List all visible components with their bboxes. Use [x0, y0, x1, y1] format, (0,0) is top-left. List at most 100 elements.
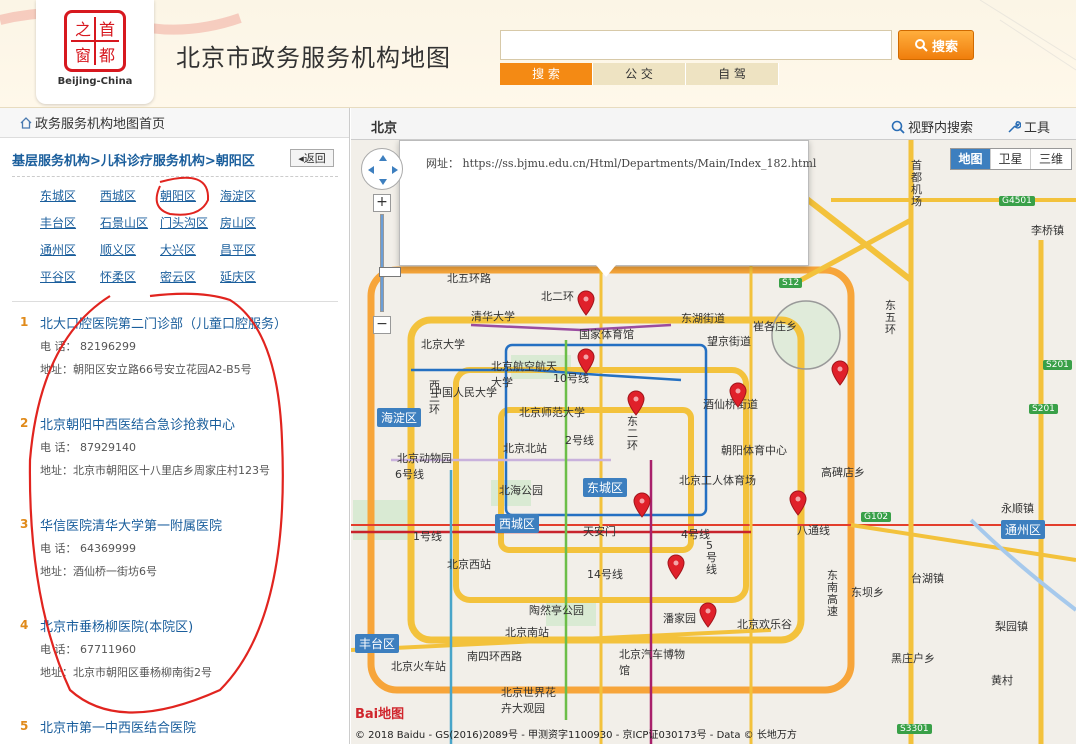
road-badge: G4501: [999, 196, 1035, 206]
district-badge[interactable]: 通州区: [1001, 520, 1046, 539]
map-marker-icon[interactable]: [577, 348, 595, 374]
map-label: 黄村: [991, 674, 1013, 687]
result-number: 5: [20, 719, 29, 733]
map-label: 北京大学: [421, 338, 465, 351]
map-label: 14号线: [587, 568, 623, 581]
district-link[interactable]: 平谷区: [40, 269, 100, 285]
road-badge: G102: [861, 512, 892, 522]
district-link[interactable]: 丰台区: [40, 215, 100, 231]
site-logo[interactable]: 之 首 窗 都 Beijing-China: [36, 0, 154, 104]
district-link[interactable]: 房山区: [220, 215, 280, 231]
baidu-logo: Bai地图: [355, 707, 405, 722]
district-link[interactable]: 顺义区: [100, 242, 160, 258]
map-toolbar: 北京 视野内搜索 工具: [351, 108, 1076, 140]
result-number: 3: [20, 517, 29, 531]
district-link[interactable]: 海淀区: [220, 188, 280, 204]
map-marker-icon[interactable]: [729, 382, 747, 408]
zoom-slider[interactable]: [379, 214, 401, 312]
map-type-map[interactable]: 地图: [951, 149, 991, 169]
district-link[interactable]: 昌平区: [220, 242, 280, 258]
tab-drive[interactable]: 自 驾: [686, 63, 779, 85]
map-marker-icon[interactable]: [699, 602, 717, 628]
back-button[interactable]: ◂ 返回: [290, 149, 334, 167]
map-label: 北京北站: [503, 442, 547, 455]
svg-text:之: 之: [75, 20, 91, 39]
map-canvas[interactable]: 北五环路 清华大学 国家体育馆 东湖街道 望京街道 北京大学 北京航空航天大学 …: [351, 140, 1076, 744]
result-phone: 电 话： 64369999: [40, 542, 136, 555]
district-link[interactable]: 朝阳区: [160, 188, 220, 204]
district-link[interactable]: 延庆区: [220, 269, 280, 285]
map-label: 黑庄户乡: [891, 652, 935, 665]
zoom-handle[interactable]: [379, 267, 401, 277]
result-address: 地址：朝阳区安立路66号安立花园A2-B5号: [40, 363, 252, 376]
result-address: 地址：北京市朝阳区垂杨柳南街2号: [40, 666, 212, 679]
map-label: 6号线: [395, 468, 424, 481]
zoom-in-button[interactable]: +: [373, 194, 391, 212]
home-link[interactable]: 政务服务机构地图首页: [35, 113, 165, 132]
map-label: 北京南站: [505, 626, 549, 639]
result-name[interactable]: 北京市垂杨柳医院(本院区): [40, 616, 193, 635]
map-label: 潘家园: [663, 612, 696, 625]
map-marker-icon[interactable]: [667, 554, 685, 580]
map-label: 北京欢乐谷: [737, 618, 792, 631]
map-label: 北京航空航天大学: [491, 360, 557, 389]
result-name[interactable]: 北京朝阳中西医结合急诊抢救中心: [40, 414, 235, 433]
district-list: 东城区 西城区 朝阳区 海淀区 丰台区 石景山区 门头沟区 房山区 通州区 顺义…: [40, 188, 290, 285]
map-marker-icon[interactable]: [633, 492, 651, 518]
mode-tabs: 搜 索 公 交 自 驾: [500, 63, 779, 85]
pan-control[interactable]: [361, 148, 403, 190]
tools-button[interactable]: 工具: [1007, 117, 1050, 136]
logo-caption: Beijing-China: [57, 76, 133, 87]
district-badge[interactable]: 丰台区: [355, 634, 400, 653]
search-input[interactable]: [500, 30, 892, 60]
map-city-label[interactable]: 北京: [371, 117, 397, 136]
map-marker-icon[interactable]: [577, 290, 595, 316]
district-link[interactable]: 东城区: [40, 188, 100, 204]
district-link[interactable]: 大兴区: [160, 242, 220, 258]
result-name[interactable]: 华信医院清华大学第一附属医院: [40, 515, 222, 534]
district-link[interactable]: 密云区: [160, 269, 220, 285]
map-type-satellite[interactable]: 卫星: [991, 149, 1031, 169]
search-button[interactable]: 搜索: [898, 30, 974, 60]
map-label: 陶然亭公园: [529, 604, 584, 617]
svg-text:都: 都: [99, 46, 115, 65]
map-label: 北京汽车博物馆: [619, 648, 685, 677]
map-type-3d[interactable]: 三维: [1031, 149, 1071, 169]
zoom-search-icon: [891, 120, 905, 134]
district-badge[interactable]: 西城区: [495, 514, 540, 533]
home-bar: 政务服务机构地图首页: [0, 108, 349, 138]
search-in-view-button[interactable]: 视野内搜索: [891, 117, 973, 136]
tab-search[interactable]: 搜 索: [500, 63, 593, 85]
map-marker-icon[interactable]: [831, 360, 849, 386]
zoom-out-button[interactable]: −: [373, 316, 391, 334]
district-link[interactable]: 怀柔区: [100, 269, 160, 285]
district-link[interactable]: 通州区: [40, 242, 100, 258]
road-badge: S3301: [897, 724, 932, 734]
map-label: 高碑店乡: [821, 466, 865, 479]
map-label: 1号线: [413, 530, 442, 543]
map-label: 清华大学: [471, 310, 515, 323]
left-panel: 政务服务机构地图首页 基层服务机构>儿科诊疗服务机构>朝阳区 ◂ 返回 东城区 西…: [0, 108, 350, 744]
map-marker-icon[interactable]: [789, 490, 807, 516]
district-link[interactable]: 门头沟区: [160, 215, 220, 231]
district-link[interactable]: 西城区: [100, 188, 160, 204]
map-label: 东五环: [885, 299, 896, 336]
map-marker-icon[interactable]: [627, 390, 645, 416]
map-label: 东坝乡: [851, 586, 884, 599]
info-window[interactable]: 网址： https://ss.bjmu.edu.cn/Html/Departme…: [399, 140, 816, 277]
map-label: 崔各庄乡: [753, 320, 797, 333]
district-badge[interactable]: 东城区: [583, 478, 628, 497]
result-address: 地址：北京市朝阳区十八里店乡周家庄村123号: [40, 464, 270, 477]
map-label: 南四环西路: [467, 650, 522, 663]
tab-bus[interactable]: 公 交: [593, 63, 686, 85]
district-link[interactable]: 石景山区: [100, 215, 160, 231]
info-window-url[interactable]: 网址： https://ss.bjmu.edu.cn/Html/Departme…: [426, 155, 816, 171]
result-name[interactable]: 北京市第一中西医结合医院: [40, 717, 196, 736]
divider: [12, 301, 338, 302]
breadcrumb[interactable]: 基层服务机构>儿科诊疗服务机构>朝阳区: [12, 150, 255, 169]
logo-seal-icon: 之 首 窗 都: [64, 10, 126, 72]
district-badge[interactable]: 海淀区: [377, 408, 422, 427]
map-label: 北京师范大学: [519, 406, 585, 419]
result-name[interactable]: 北大口腔医院第二门诊部（儿童口腔服务）: [40, 313, 287, 332]
map-label: 东南高速: [827, 569, 838, 618]
